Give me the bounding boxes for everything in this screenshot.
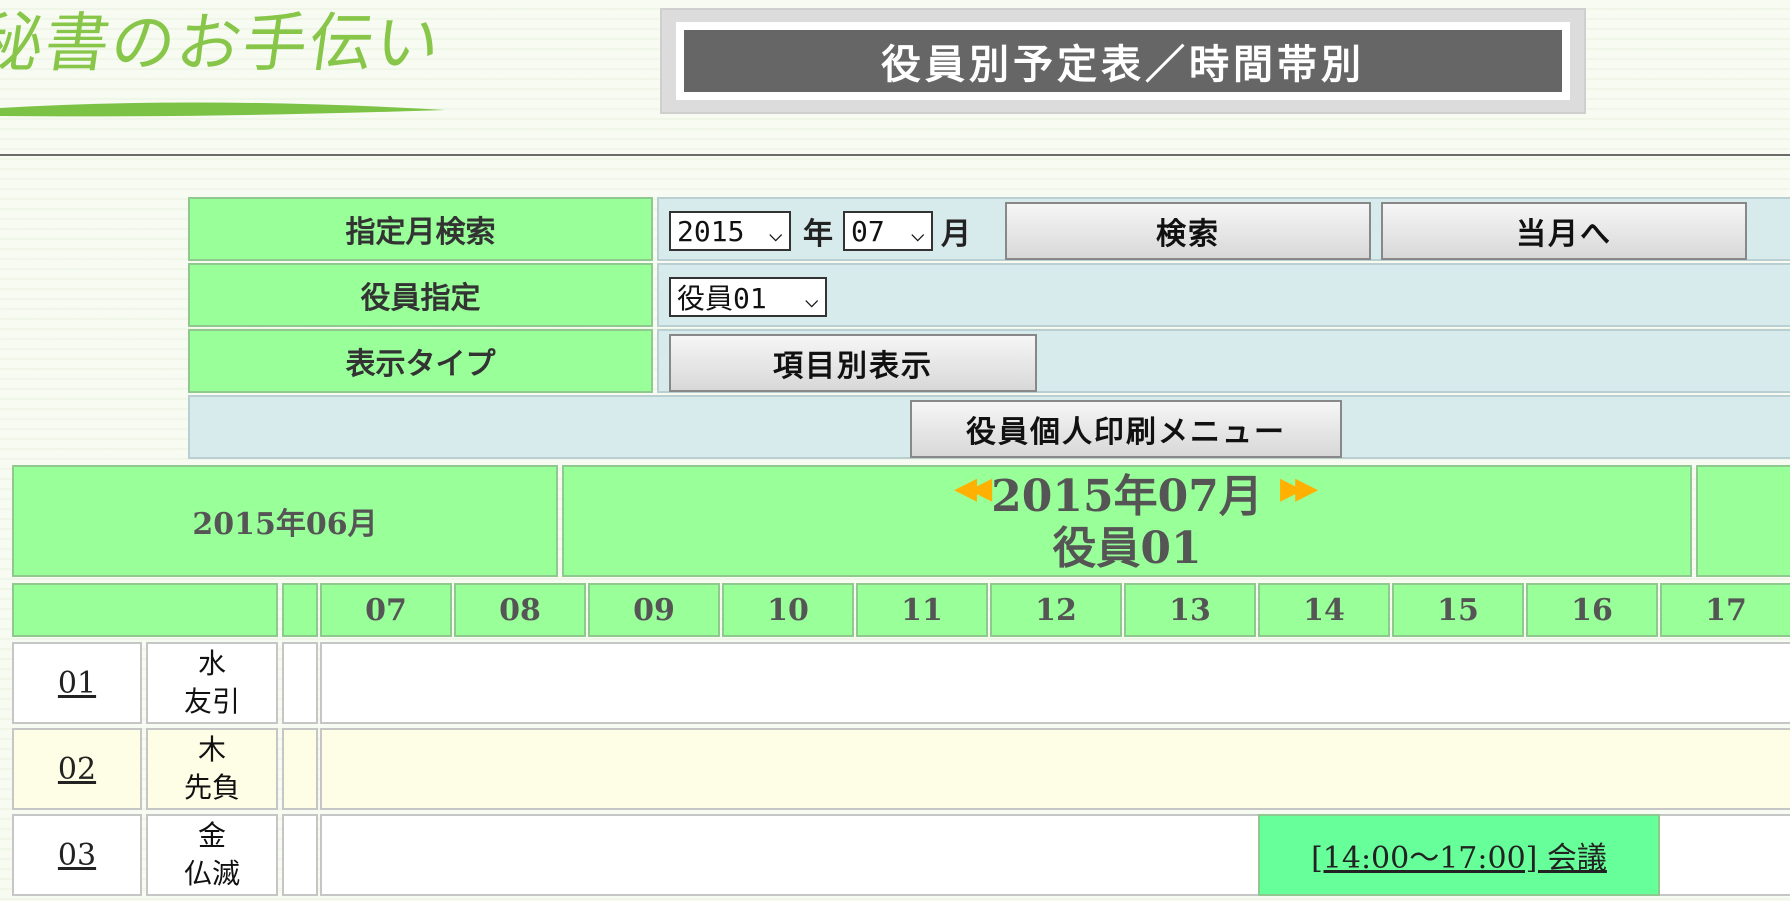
- weekday-label: 水: [197, 647, 226, 680]
- officer-label: 役員指定: [188, 263, 653, 327]
- hour-header: 07: [320, 583, 452, 637]
- weekday-cell: 水 友引: [146, 642, 278, 724]
- next-arrow-icon[interactable]: ▶▶: [1280, 471, 1318, 506]
- officer-select[interactable]: 役員01 ⌵: [669, 277, 827, 317]
- next-month-cell[interactable]: [1696, 465, 1790, 577]
- print-row: 役員個人印刷メニュー: [188, 395, 1790, 459]
- display-type-button[interactable]: 項目別表示: [669, 334, 1037, 392]
- day-number-link[interactable]: 03: [12, 814, 142, 896]
- year-select[interactable]: 2015 ⌵: [669, 211, 791, 251]
- hour-header: 11: [856, 583, 988, 637]
- table-row: 02 木 先負: [12, 728, 1790, 810]
- hour-header: 17: [1660, 583, 1790, 637]
- weekday-label: 木: [197, 733, 226, 766]
- current-month-label: 2015年07月: [991, 471, 1263, 522]
- site-logo: 秘書のお手伝い: [0, 0, 460, 130]
- schedule-timeline[interactable]: [320, 728, 1790, 810]
- prev-month-link[interactable]: 2015年06月: [12, 465, 558, 577]
- hour-header: 14: [1258, 583, 1390, 637]
- hour-header: 09: [588, 583, 720, 637]
- month-search-controls: 2015 ⌵ 年 07 ⌵ 月 検索 当月へ: [657, 197, 1790, 261]
- weekday-cell: 木 先負: [146, 728, 278, 810]
- display-type-controls: 項目別表示: [657, 329, 1790, 393]
- current-month-button[interactable]: 当月へ: [1381, 202, 1747, 260]
- page-title-frame: 役員別予定表／時間帯別: [660, 8, 1586, 114]
- chevron-down-icon: ⌵: [804, 285, 819, 313]
- spacer-column-header: [282, 583, 318, 637]
- spacer-cell: [282, 642, 318, 724]
- month-unit-label: 月: [941, 217, 971, 252]
- table-row: 01 水 友引: [12, 642, 1790, 724]
- weekday-label: 金: [197, 819, 226, 852]
- month-search-row: 指定月検索 2015 ⌵ 年 07 ⌵ 月 検索 当月へ: [188, 197, 1790, 261]
- search-button[interactable]: 検索: [1005, 202, 1371, 260]
- chevron-down-icon: ⌵: [910, 219, 925, 247]
- hour-header: 16: [1526, 583, 1658, 637]
- logo-text: 秘書のお手伝い: [0, 7, 447, 81]
- page-title: 役員別予定表／時間帯別: [684, 30, 1562, 92]
- hour-header: 15: [1392, 583, 1524, 637]
- rokuyo-label: 友引: [183, 685, 240, 718]
- day-number-link[interactable]: 02: [12, 728, 142, 810]
- month-select[interactable]: 07 ⌵: [843, 211, 933, 251]
- current-month-header: ◀◀ 2015年07月 役員01 ▶▶: [562, 465, 1692, 577]
- print-controls: 役員個人印刷メニュー: [188, 395, 1790, 459]
- display-type-label: 表示タイプ: [188, 329, 653, 393]
- officer-controls: 役員01 ⌵: [657, 263, 1790, 327]
- event-link[interactable]: [14:00〜17:00] 会議: [1258, 814, 1660, 896]
- month-search-label: 指定月検索: [188, 197, 653, 261]
- hour-header: 12: [990, 583, 1122, 637]
- hour-header: 10: [722, 583, 854, 637]
- spacer-cell: [282, 814, 318, 896]
- table-row: 03 金 仏滅 [14:00〜17:00] 会議: [12, 814, 1790, 896]
- display-type-row: 表示タイプ 項目別表示: [188, 329, 1790, 393]
- rokuyo-label: 仏滅: [183, 857, 240, 890]
- officer-name-label: 役員01: [1052, 523, 1202, 574]
- print-menu-button[interactable]: 役員個人印刷メニュー: [910, 400, 1342, 458]
- spacer-cell: [282, 728, 318, 810]
- hour-header: 13: [1124, 583, 1256, 637]
- rokuyo-label: 先負: [183, 771, 240, 804]
- header-divider: [0, 154, 1790, 156]
- prev-arrow-icon[interactable]: ◀◀: [954, 471, 992, 506]
- officer-select-value: 役員01: [677, 282, 767, 315]
- day-number-link[interactable]: 01: [12, 642, 142, 724]
- schedule-timeline[interactable]: [320, 642, 1790, 724]
- year-select-value: 2015: [677, 214, 745, 248]
- date-column-header: [12, 583, 278, 637]
- officer-row: 役員指定 役員01 ⌵: [188, 263, 1790, 327]
- weekday-cell: 金 仏滅: [146, 814, 278, 896]
- logo-swoosh-icon: [0, 102, 445, 117]
- year-unit-label: 年: [803, 217, 833, 252]
- month-select-value: 07: [851, 214, 885, 248]
- chevron-down-icon: ⌵: [768, 219, 783, 247]
- hour-header: 08: [454, 583, 586, 637]
